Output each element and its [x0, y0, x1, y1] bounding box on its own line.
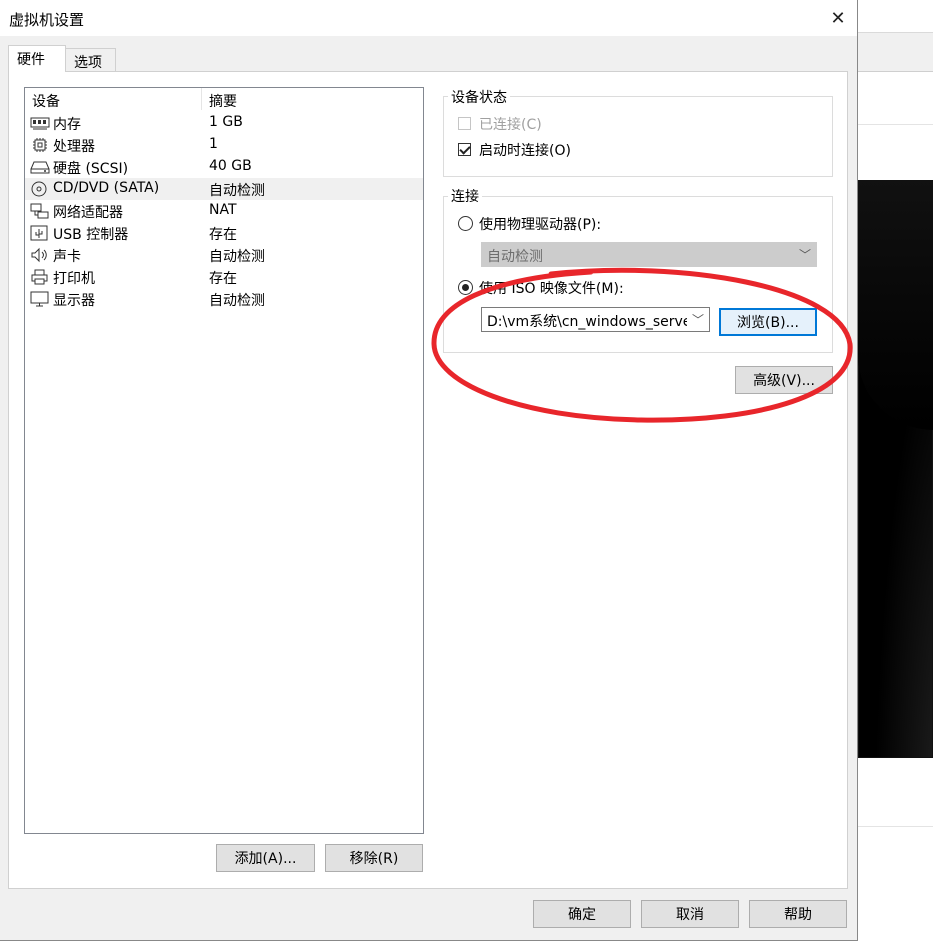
sound-card-icon	[31, 247, 47, 263]
chevron-down-icon: ﹀	[798, 248, 811, 262]
network-adapter-icon	[30, 203, 49, 219]
device-row-processor[interactable]: 处理器 1	[25, 134, 423, 156]
connect-at-power-on-checkbox[interactable]	[458, 143, 471, 156]
title-bar: 虚拟机设置 ✕	[0, 0, 857, 36]
device-summary: 存在	[209, 271, 237, 287]
memory-icon	[30, 117, 50, 130]
device-status-group	[443, 96, 833, 177]
device-summary: 自动检测	[209, 293, 265, 309]
device-summary: 自动检测	[209, 183, 265, 199]
device-name: USB 控制器	[53, 227, 129, 243]
device-summary: 存在	[209, 227, 237, 243]
window-title: 虚拟机设置	[9, 11, 85, 29]
background-divider	[858, 124, 933, 125]
iso-image-radio[interactable]	[458, 280, 473, 295]
device-row-memory[interactable]: 内存 1 GB	[25, 112, 423, 134]
physical-drive-value: 自动检测	[487, 249, 543, 265]
advanced-button[interactable]: 高级(V)...	[735, 366, 833, 394]
iso-path-value: D:\vm系统\cn_windows_serve	[487, 314, 687, 330]
printer-icon	[31, 269, 48, 285]
device-summary: 40 GB	[209, 158, 252, 174]
device-name: 显示器	[53, 293, 95, 309]
chevron-down-icon: ﹀	[691, 313, 704, 327]
close-icon[interactable]: ✕	[820, 0, 856, 36]
help-button[interactable]: 帮助	[749, 900, 847, 928]
connect-at-power-on-label: 启动时连接(O)	[479, 143, 571, 159]
background-vm-screen	[858, 180, 933, 758]
connected-checkbox[interactable]	[458, 117, 471, 130]
device-row-cd-dvd[interactable]: CD/DVD (SATA) 自动检测	[25, 178, 423, 200]
device-row-sound-card[interactable]: 声卡 自动检测	[25, 244, 423, 266]
device-name: 声卡	[53, 249, 81, 265]
device-row-usb-controller[interactable]: USB 控制器 存在	[25, 222, 423, 244]
device-name: 内存	[53, 117, 81, 133]
connected-label: 已连接(C)	[479, 117, 542, 133]
device-summary: 自动检测	[209, 249, 265, 265]
iso-path-combobox[interactable]: D:\vm系统\cn_windows_serve ﹀	[481, 307, 710, 332]
cd-dvd-icon	[31, 181, 47, 197]
device-name: 处理器	[53, 139, 95, 155]
browse-button[interactable]: 浏览(B)...	[719, 308, 817, 336]
physical-drive-select[interactable]: 自动检测 ﹀	[481, 242, 817, 267]
usb-icon	[30, 225, 48, 241]
list-header: 设备 摘要	[25, 88, 423, 112]
device-name: 硬盘 (SCSI)	[53, 161, 129, 177]
background-app-window	[858, 0, 933, 941]
device-list[interactable]: 设备 摘要 内存 1 GB 处理器 1 硬盘 (SCSI) 40 GB CD/D…	[24, 87, 424, 834]
device-name: CD/DVD (SATA)	[53, 180, 160, 196]
device-summary: NAT	[209, 202, 237, 218]
column-separator[interactable]	[201, 88, 202, 110]
hard-disk-icon	[30, 161, 50, 174]
background-divider	[858, 826, 933, 827]
iso-image-label: 使用 ISO 映像文件(M):	[479, 281, 624, 297]
tab-hardware[interactable]: 硬件	[8, 45, 66, 72]
cpu-icon	[33, 138, 47, 152]
device-row-network-adapter[interactable]: 网络适配器 NAT	[25, 200, 423, 222]
device-name: 网络适配器	[53, 205, 123, 221]
cancel-button[interactable]: 取消	[641, 900, 739, 928]
connection-title: 连接	[448, 186, 482, 206]
device-row-printer[interactable]: 打印机 存在	[25, 266, 423, 288]
ok-button[interactable]: 确定	[533, 900, 631, 928]
column-header-device[interactable]: 设备	[32, 91, 60, 111]
device-status-title: 设备状态	[448, 87, 510, 107]
device-summary: 1	[209, 136, 218, 152]
device-row-display[interactable]: 显示器 自动检测	[25, 288, 423, 310]
physical-drive-radio[interactable]	[458, 216, 473, 231]
physical-drive-label: 使用物理驱动器(P):	[479, 217, 602, 233]
device-name: 打印机	[53, 271, 95, 287]
vm-settings-dialog: 虚拟机设置 ✕ 硬件 选项 设备 摘要 内存 1 GB 处理器 1 硬盘 (SC…	[0, 0, 858, 941]
tab-options[interactable]: 选项	[65, 48, 116, 73]
device-row-hard-disk[interactable]: 硬盘 (SCSI) 40 GB	[25, 156, 423, 178]
device-summary: 1 GB	[209, 114, 243, 130]
add-device-button[interactable]: 添加(A)...	[216, 844, 315, 872]
column-header-summary[interactable]: 摘要	[209, 91, 237, 111]
background-app-toolbar	[858, 32, 933, 72]
remove-device-button[interactable]: 移除(R)	[325, 844, 423, 872]
display-icon	[30, 291, 49, 307]
